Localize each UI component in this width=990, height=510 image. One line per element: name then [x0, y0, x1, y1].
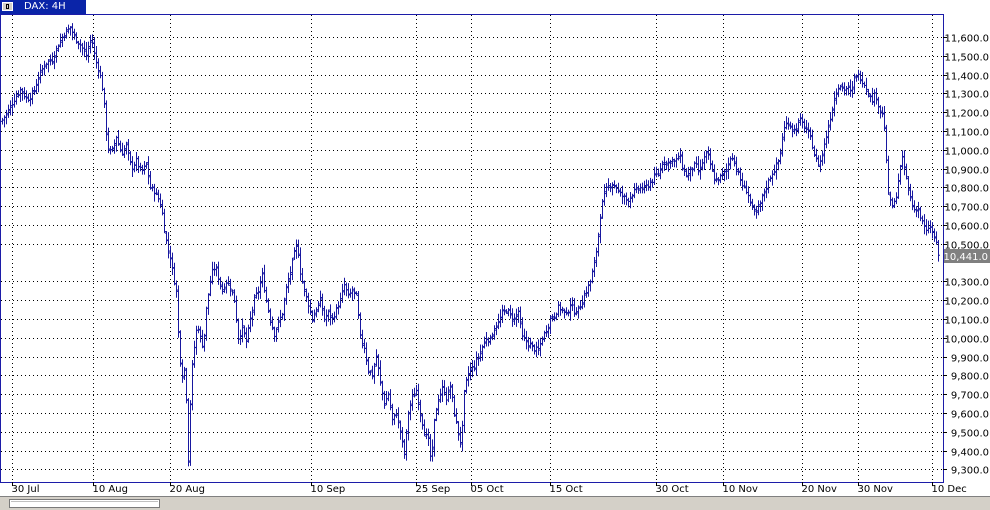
price-tick-label: 9,600.0 [951, 410, 989, 421]
last-price-marker: 10,441.0 [943, 249, 990, 263]
price-tick-label: 9,400.0 [951, 448, 989, 459]
price-tick-label: 11,100.0 [944, 128, 989, 139]
scrollbar-thumb[interactable] [9, 499, 160, 508]
price-tick-label: 9,500.0 [951, 429, 989, 440]
horizontal-scrollbar[interactable] [0, 496, 990, 510]
window-menu-icon[interactable] [2, 2, 13, 11]
price-tick-label: 11,200.0 [944, 109, 989, 120]
price-tick-label: 10,000.0 [944, 335, 989, 346]
date-tick-label: 30 Jul [12, 484, 40, 495]
price-tick-label: 10,100.0 [944, 316, 989, 327]
price-tick-label: 10,200.0 [944, 297, 989, 308]
date-tick-label: 10 Sep [311, 484, 346, 495]
date-tick-label: 15 Oct [550, 484, 583, 495]
price-tick-label: 11,300.0 [944, 90, 989, 101]
chart-title-bar[interactable]: DAX: 4H [0, 0, 86, 14]
time-axis: 30 Jul 10 Aug 20 Aug 10 Sep 25 Sep 05 Oct 15 O… [12, 482, 967, 495]
last-price-label: 10,441.0 [943, 252, 988, 263]
date-tick-label: 20 Aug [170, 484, 205, 495]
date-tick-label: 30 Nov [858, 484, 894, 495]
date-tick-label: 20 Nov [802, 484, 838, 495]
price-tick-label: 10,800.0 [944, 184, 989, 195]
price-tick-label: 11,400.0 [944, 72, 989, 83]
price-tick-label: 11,500.0 [944, 53, 989, 64]
chart-title: DAX: 4H [24, 1, 66, 12]
price-tick-label: 9,700.0 [951, 391, 989, 402]
date-tick-label: 10 Aug [93, 484, 128, 495]
price-tick-label: 9,800.0 [951, 372, 989, 383]
price-tick-label: 9,300.0 [951, 466, 989, 477]
date-tick-label: 25 Sep [416, 484, 451, 495]
price-tick-label: 10,300.0 [944, 278, 989, 289]
price-tick-label: 11,600.0 [944, 34, 989, 45]
date-tick-label: 10 Dec [932, 484, 967, 495]
price-tick-label: 10,900.0 [944, 166, 989, 177]
date-tick-label: 05 Oct [471, 484, 504, 495]
price-chart[interactable]: 11,600.0 11,500.0 11,400.0 11,300.0 11,200.0… [0, 0, 990, 510]
price-tick-label: 9,900.0 [951, 354, 989, 365]
price-tick-label: 11,000.0 [944, 147, 989, 158]
date-tick-label: 30 Oct [656, 484, 689, 495]
price-tick-label: 10,600.0 [944, 222, 989, 233]
date-tick-label: 10 Nov [723, 484, 759, 495]
price-tick-label: 10,700.0 [944, 203, 989, 214]
